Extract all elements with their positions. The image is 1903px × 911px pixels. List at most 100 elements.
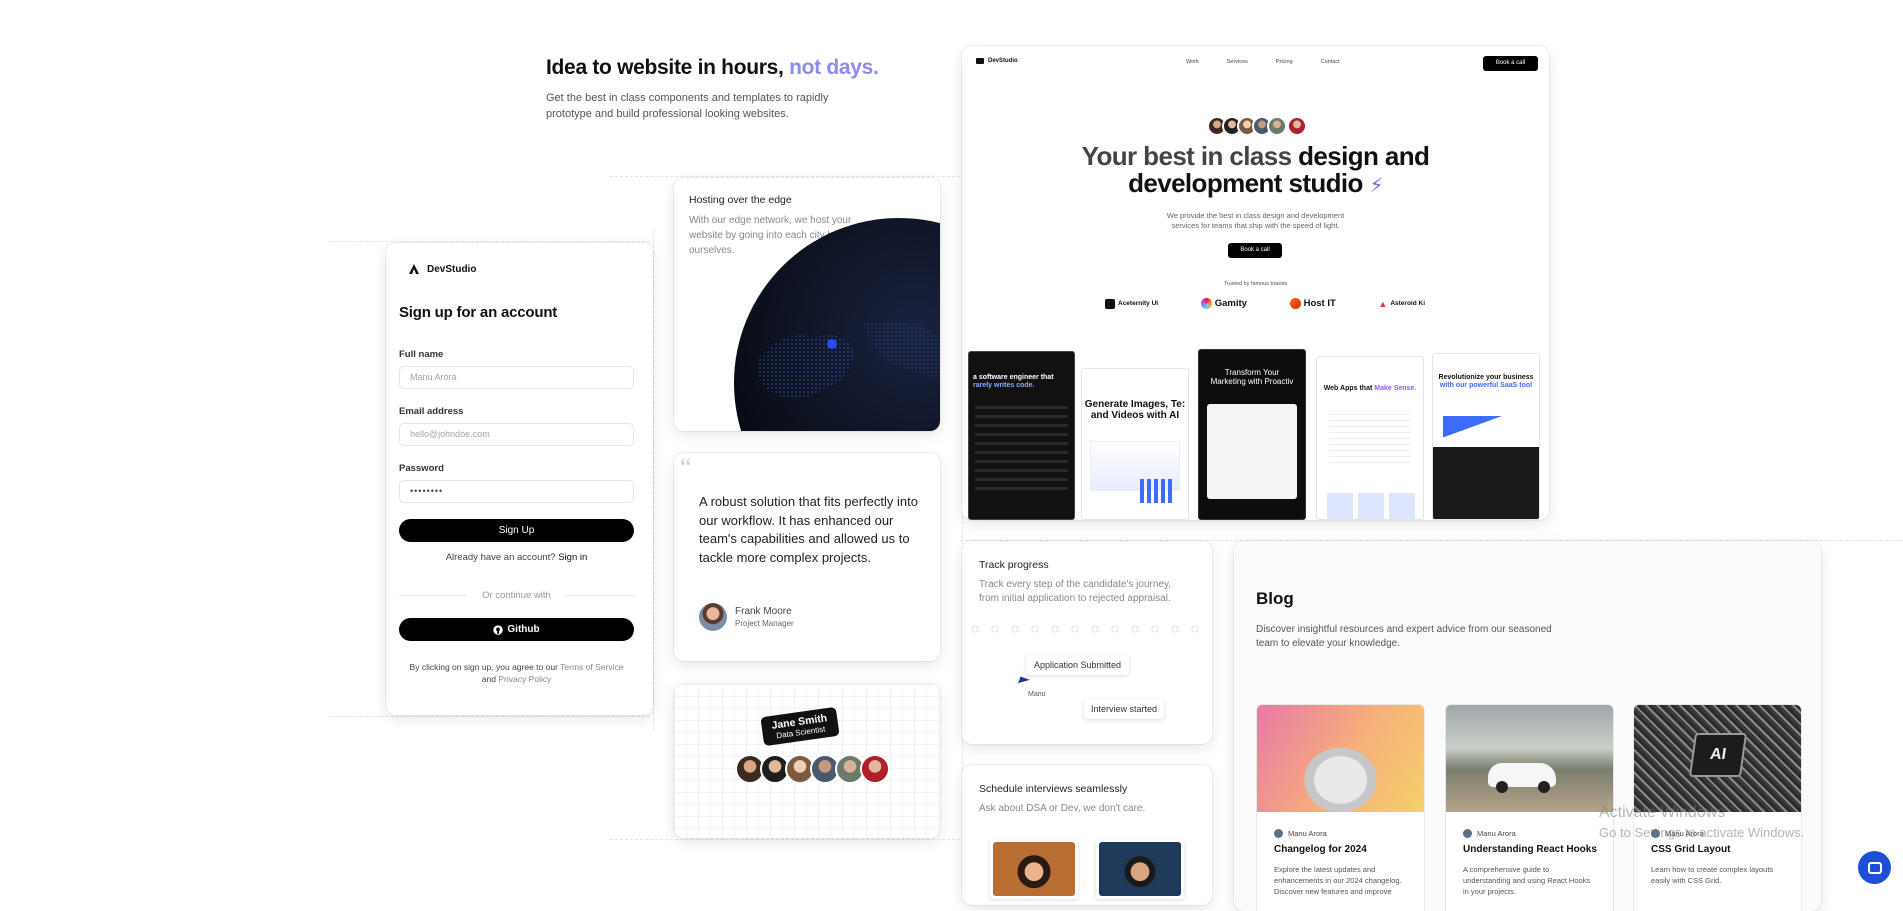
preview-trusted-label: Trusted by famous brands <box>1223 281 1288 287</box>
thumbnail-heading: Transform Your Marketing with Proactiv <box>1210 368 1294 386</box>
avatar <box>699 603 727 631</box>
preview-nav-contact[interactable]: Contact <box>1321 59 1340 65</box>
quote-icon: “ <box>680 453 692 482</box>
blog-post-image <box>1446 705 1613 812</box>
schedule-desc: Ask about DSA or Dev, we don't care. <box>979 803 1146 814</box>
password-field[interactable]: •••••••• <box>399 480 634 503</box>
preview-nav-work[interactable]: Work <box>1186 59 1199 65</box>
signin-link[interactable]: Sign in <box>558 552 587 563</box>
preview-brand-row: Aceternity UI Gamity Host IT ▲︎ Asteroid … <box>1105 298 1425 309</box>
template-thumbnail[interactable]: Transform Your Marketing with Proactiv <box>1198 349 1306 520</box>
preview-logo-icon <box>976 58 984 64</box>
blog-post-title: Understanding React Hooks <box>1463 844 1597 855</box>
blog-post-excerpt: Explore the latest updates and enhanceme… <box>1274 865 1402 896</box>
team-card: Jane Smith Data Scientist <box>674 684 940 838</box>
hero-title-accent: not days. <box>789 56 879 79</box>
blog-post-card[interactable]: AI Manu Arora CSS Grid Layout Learn how … <box>1633 704 1802 911</box>
avatar <box>860 754 890 784</box>
preview-nav: Work Services Pricing Contact <box>1186 59 1340 65</box>
progress-dots <box>965 624 1210 634</box>
signup-card: DevStudio Sign up for an account Full na… <box>386 243 653 715</box>
template-thumbnail[interactable]: Revolutionize your business with our pow… <box>1432 353 1540 520</box>
blog-post-author: Manu Arora <box>1665 829 1704 838</box>
terms-text: By clicking on sign up, you agree to our… <box>409 662 624 684</box>
track-desc: Track every step of the candidate's jour… <box>979 579 1172 604</box>
asteroid-icon: ▲︎ <box>1378 298 1388 309</box>
avatar <box>1267 116 1287 136</box>
email-label: Email address <box>399 406 464 417</box>
blog-post-excerpt: A comprehensive guide to understanding a… <box>1463 865 1591 896</box>
github-button[interactable]: Github <box>399 618 634 641</box>
chip-application-submitted: Application Submitted <box>1026 655 1130 675</box>
blog-post-image <box>1257 705 1424 812</box>
blog-post-card[interactable]: Manu Arora Understanding React Hooks A c… <box>1445 704 1614 911</box>
blog-post-card[interactable]: Manu Arora Changelog for 2024 Explore th… <box>1256 704 1425 911</box>
signup-button[interactable]: Sign Up <box>399 519 634 542</box>
blog-title: Blog <box>1256 589 1294 608</box>
preview-cta-button[interactable]: Book a call <box>1483 56 1538 71</box>
preview-brand: DevStudio <box>988 58 1018 64</box>
blog-post-image: AI <box>1634 705 1801 812</box>
avatar <box>1274 829 1283 838</box>
testimonial-role: Project Manager <box>735 619 794 628</box>
hero-subtitle: Get the best in class components and tem… <box>546 92 829 120</box>
hero: Idea to website in hours, not days. Get … <box>546 56 946 122</box>
preview-avatar-stack <box>1207 116 1287 136</box>
interview-video-tile <box>990 839 1078 899</box>
avatar <box>1651 829 1660 838</box>
brand-hostit: Host IT <box>1289 298 1336 309</box>
blog-post-author: Manu Arora <box>1288 829 1327 838</box>
track-title: Track progress <box>979 559 1049 571</box>
schedule-card: Schedule interviews seamlessly Ask about… <box>962 765 1212 905</box>
github-icon <box>493 624 504 635</box>
template-thumbnail[interactable]: Generate Images, Te: and Videos with AI <box>1081 368 1189 520</box>
testimonial-quote: A robust solution that fits perfectly in… <box>699 494 918 565</box>
preview-headline: Your best in class design and developmen… <box>1081 141 1430 198</box>
testimonial-card: “ A robust solution that fits perfectly … <box>674 453 940 661</box>
terms-link[interactable]: Terms of Service <box>560 662 623 672</box>
schedule-title: Schedule interviews seamlessly <box>979 783 1128 795</box>
brand-aceternity: Aceternity UI <box>1105 298 1158 309</box>
chip-interview-started: Interview started <box>1084 699 1165 719</box>
blog-post-title: Changelog for 2024 <box>1274 844 1367 855</box>
preview-book-button[interactable]: Book a call <box>1228 243 1282 258</box>
blog-desc: Discover insightful resources and expert… <box>1256 624 1552 649</box>
chat-icon <box>1867 861 1882 874</box>
divider-line-right <box>566 595 634 596</box>
signup-title: Sign up for an account <box>399 304 558 321</box>
template-thumbnail[interactable]: a software engineer that rarely writes c… <box>968 351 1075 520</box>
brand-gamity: Gamity <box>1200 298 1247 309</box>
blog-post-author: Manu Arora <box>1477 829 1516 838</box>
hero-title: Idea to website in hours, not days. <box>546 56 879 79</box>
password-label: Password <box>399 463 444 474</box>
privacy-link[interactable]: Privacy Policy <box>498 674 551 684</box>
preview-subtitle: We provide the best in class design and … <box>1166 211 1345 230</box>
hostit-icon <box>1289 298 1301 309</box>
blog-post-excerpt: Learn how to create complex layouts easi… <box>1651 865 1774 885</box>
thumbnail-heading: Generate Images, Te: and Videos with AI <box>1084 399 1186 421</box>
thumbnail-heading: Revolutionize your business with our pow… <box>1438 374 1534 389</box>
chat-launcher-button[interactable] <box>1858 851 1891 884</box>
blog-post-title: CSS Grid Layout <box>1651 844 1731 855</box>
signup-brand: DevStudio <box>427 263 477 275</box>
devstudio-logo-icon <box>409 264 419 274</box>
thumbnail-heading: Web Apps that Make Sense. <box>1323 385 1417 392</box>
interview-video-tile <box>1096 839 1184 899</box>
fullname-field[interactable]: Manu Arora <box>399 366 634 389</box>
email-field[interactable]: hello@johndoe.com <box>399 423 634 446</box>
avatar <box>1287 116 1307 136</box>
hosting-card: Hosting over the edge With our edge netw… <box>674 178 940 431</box>
bolt-icon: ⚡︎ <box>1369 175 1383 197</box>
template-thumbnail[interactable]: Web Apps that Make Sense. <box>1316 356 1424 520</box>
blog-card: Blog Discover insightful resources and e… <box>1234 541 1821 911</box>
track-progress-card: Track progress Track every step of the c… <box>962 541 1212 744</box>
team-tooltip: Jane Smith Data Scientist <box>760 706 840 747</box>
cursor-label: Manu <box>1028 691 1046 698</box>
aceternity-icon <box>1105 298 1115 309</box>
globe-illustration <box>734 218 940 431</box>
gamity-icon <box>1200 298 1212 309</box>
cursor-icon <box>1018 676 1030 687</box>
have-account-row: Already have an account? Sign in <box>445 552 588 563</box>
preview-nav-pricing[interactable]: Pricing <box>1276 59 1293 65</box>
preview-nav-services[interactable]: Services <box>1227 59 1248 65</box>
